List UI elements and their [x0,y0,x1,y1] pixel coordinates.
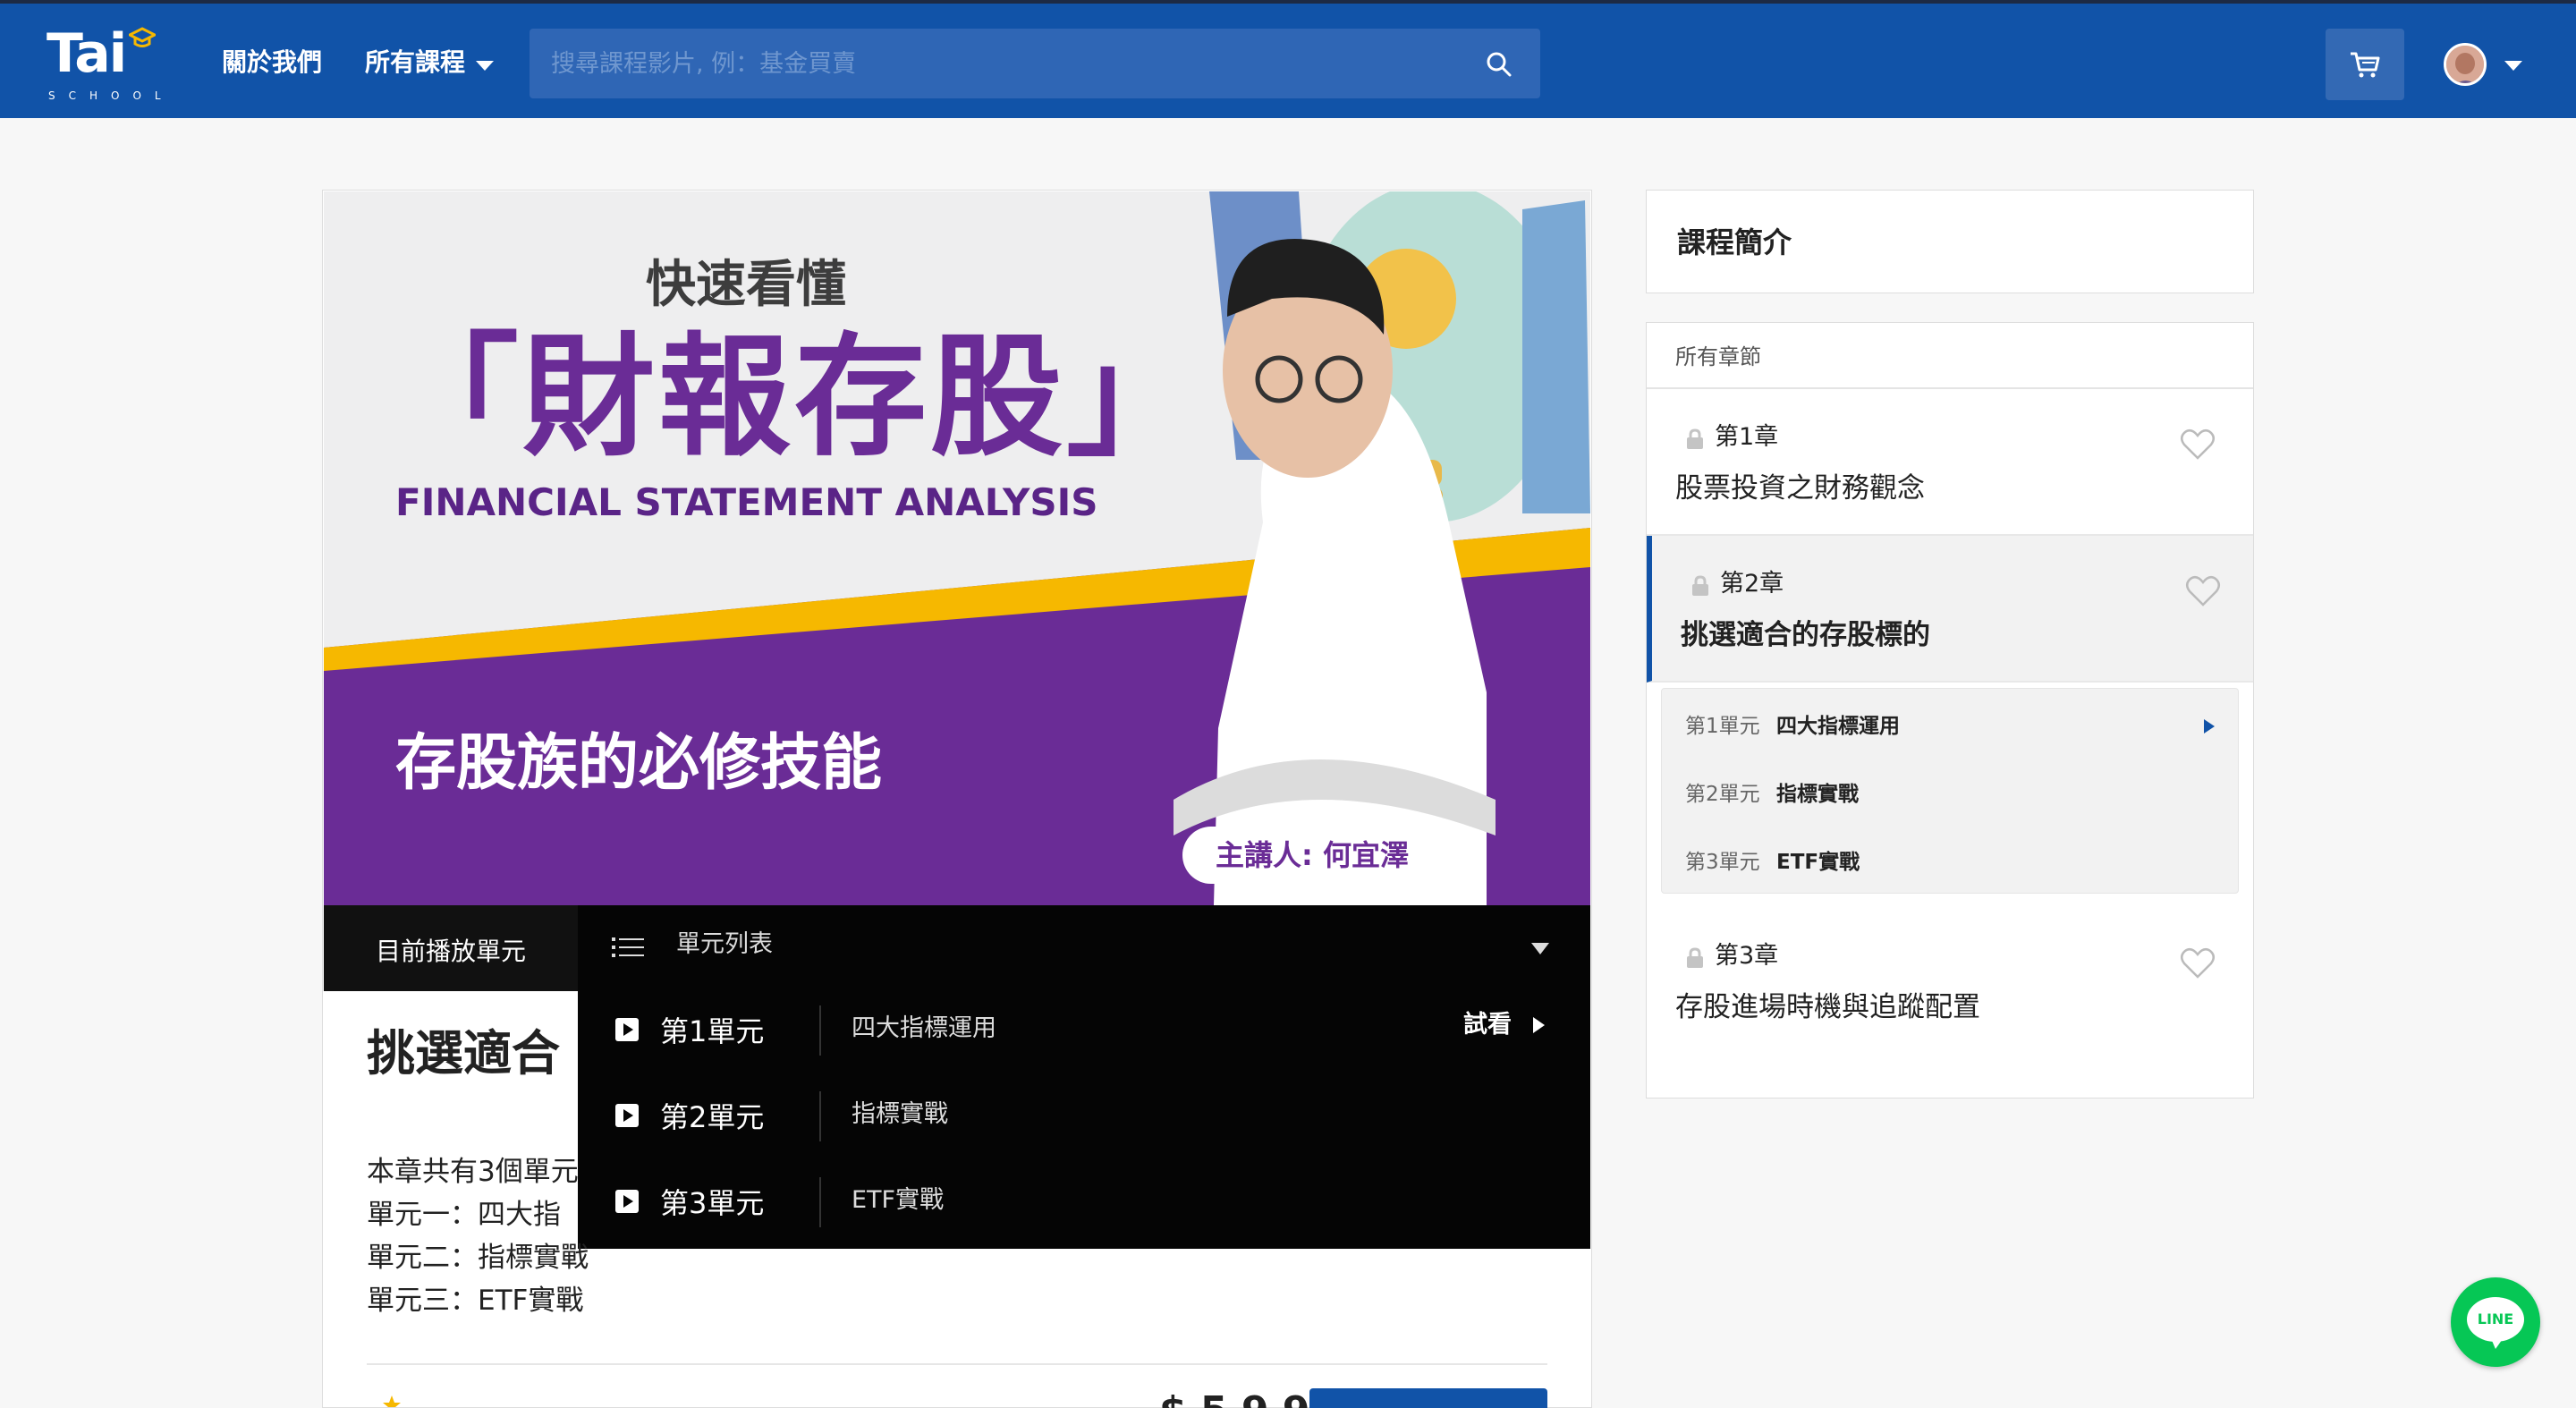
unit-name: ETF實戰 [1776,851,1860,874]
unit-item-active[interactable]: 第1單元 四大指標運用 [1662,692,2238,760]
chevron-down-icon[interactable] [2504,61,2522,71]
chapter-description-line: 單元三：ETF實戰 [367,1285,584,1317]
avatar-image [2446,46,2484,83]
cart-button[interactable] [2326,29,2404,100]
user-avatar[interactable] [2444,43,2487,86]
chapter-number: 第3章 [1715,942,1779,970]
chapter-name: 股票投資之財務觀念 [1675,472,1925,505]
unit-number: 第2單元 [660,1100,765,1134]
chapter-list-header: 所有章節 [1647,323,2253,389]
course-price: $ 5 9 9 [1159,1385,1309,1408]
chat-bubble-tail [2490,1336,2504,1349]
chapter-description-line: 單元二：指標實戰 [367,1242,589,1274]
unit-number: 第1單元 [660,1014,765,1048]
chapter-description-line: 單元一：四大指 [367,1199,561,1231]
chapter-list: 所有章節 第1章 股票投資之財務觀念 第2章 挑選適合的存股標的 第1單元 四大… [1646,322,2254,1098]
chapter-description-line: 本章共有3個單元 [367,1156,579,1188]
banner-presenter: 主講人: 何宜澤 [1182,827,1442,884]
chevron-down-icon[interactable] [1531,943,1549,954]
tai-school-logo[interactable]: Tai SCHOOL [47,22,163,102]
unit-number: 第1單元 [1685,715,1760,738]
heart-icon[interactable] [2180,428,2216,461]
banner-subtitle: 快速看懂 [646,256,846,314]
unit-name: ETF實戰 [852,1186,945,1214]
divider [819,1177,821,1227]
unit-number: 第3單元 [1685,851,1760,874]
graduation-cap-icon [129,27,156,47]
chapter-item[interactable]: 第1章 股票投資之財務觀念 [1647,389,2253,536]
banner-tagline: 存股族的必修技能 [395,728,883,799]
all-chapters-label: 所有章節 [1675,344,1761,369]
line-chat-button[interactable]: LINE [2451,1277,2540,1367]
trial-label[interactable]: 試看 [1463,1005,1512,1045]
unit-number: 第3單元 [660,1186,765,1220]
chapter-number: 第1章 [1715,423,1779,451]
unit-name: 指標實戰 [1776,783,1859,806]
divider [819,1005,821,1056]
course-intro-panel[interactable]: 課程簡介 [1646,190,2254,293]
chapter-units-list: 第1單元 四大指標運用 第2單元 指標實戰 第3單元 ETF實戰 [1661,688,2239,894]
play-arrow-icon[interactable] [1533,1017,1545,1033]
unit-number: 第2單元 [1685,783,1760,806]
unit-list-label: 單元列表 [676,930,773,958]
chapter-item[interactable]: 第3章 存股進場時機與追蹤配置 [1647,908,2253,1055]
unit-row[interactable]: 第3單元 ETF實戰 [578,1159,1590,1245]
current-unit-tab[interactable]: 目前播放單元 [324,905,578,991]
play-icon [615,1190,639,1213]
shopping-cart-icon [2351,52,2380,78]
unit-item[interactable]: 第3單元 ETF實戰 [1662,828,2238,896]
heart-icon[interactable] [2180,947,2216,980]
unit-name: 四大指標運用 [852,1014,996,1042]
nav-about-us[interactable]: 關於我們 [222,45,322,81]
star-icon [383,1395,401,1407]
search-input[interactable] [530,29,1460,98]
logo-text: Tai [47,22,127,85]
logo-subtext: SCHOOL [48,89,174,102]
play-arrow-icon [2204,719,2215,734]
unit-name: 四大指標運用 [1776,715,1900,738]
chapter-item-active[interactable]: 第2章 挑選適合的存股標的 [1647,536,2253,683]
play-icon [615,1104,639,1127]
chapter-name: 存股進場時機與追蹤配置 [1675,991,1980,1023]
lock-icon [1687,428,1703,449]
unit-row[interactable]: 第2單元 指標實戰 [578,1073,1590,1159]
line-label: LINE [2477,1310,2514,1327]
unit-item[interactable]: 第2單元 指標實戰 [1662,760,2238,828]
course-intro-label: 課程簡介 [1677,225,1792,259]
divider [819,1091,821,1141]
banner-english-title: FINANCIAL STATEMENT ANALYSIS [395,480,1098,524]
unit-name: 指標實戰 [852,1100,948,1128]
buy-button[interactable] [1309,1388,1547,1408]
chapter-name: 挑選適合的存股標的 [1681,619,1930,651]
video-player[interactable]: 快速看懂 「財報存股」 FINANCIAL STATEMENT ANALYSIS… [324,191,1590,905]
search-bar [530,29,1540,98]
divider [367,1363,1547,1365]
search-icon[interactable] [1485,50,1513,79]
chapter-number: 第2章 [1720,570,1784,598]
heart-icon[interactable] [2185,575,2221,607]
unit-row[interactable]: 第1單元 四大指標運用 試看 [578,988,1590,1073]
unit-list-dropdown: 單元列表 第1單元 四大指標運用 試看 第2單元 指標實戰 第3單元 ETF實戰 [578,905,1590,1249]
play-icon [615,1018,639,1041]
chevron-down-icon[interactable] [476,61,494,71]
banner-title: 「財報存股」 [386,320,1202,474]
nav-all-courses[interactable]: 所有課程 [365,45,465,81]
lock-icon [1692,575,1708,596]
lock-icon [1687,947,1703,968]
list-icon [612,937,644,957]
top-navbar: Tai SCHOOL 關於我們 所有課程 [0,0,2576,118]
chapter-title: 挑選適合 [367,1025,560,1081]
